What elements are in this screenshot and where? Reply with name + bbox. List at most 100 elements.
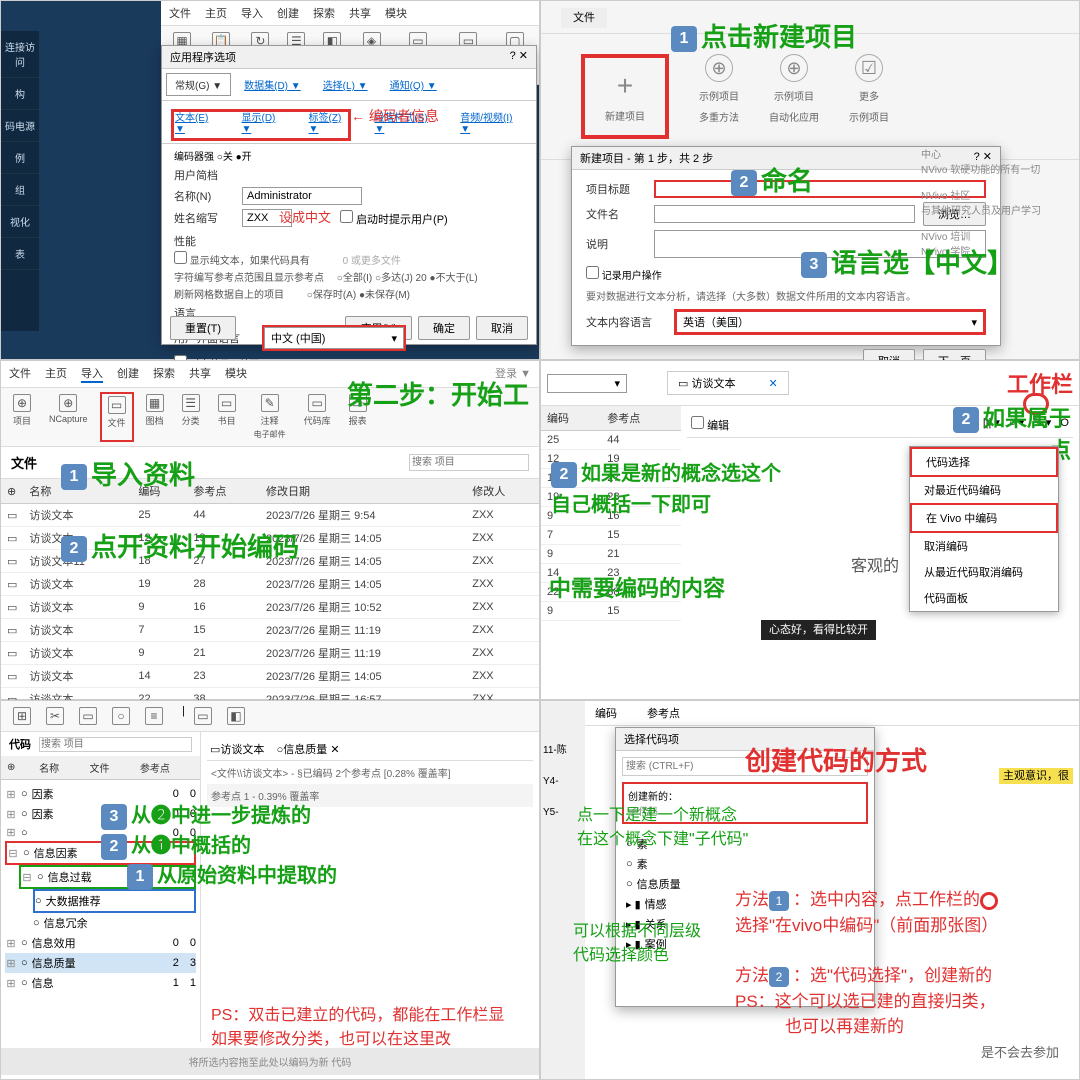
sidebar-item[interactable]: 视化 [1, 206, 39, 238]
toolbar: ⊞ ✂ ▭ ○ ≡ | ▭ ◧ [1, 701, 539, 732]
ann-lang: 设成中文 [279, 207, 331, 226]
tool-files[interactable]: ▭文件 [100, 392, 134, 442]
chevron-down-icon: ▾ [971, 316, 977, 329]
menubar: 文件 主页 导入 创建 探索 共享 模块 [161, 1, 539, 26]
sidebar-item[interactable]: 组 [1, 174, 39, 206]
sample-card-1[interactable]: ⊕示例项目多重方法 [699, 54, 739, 139]
table-row[interactable]: ▭访谈文本14232023/7/26 星期三 14:05ZXX [1, 665, 539, 688]
close-icon: ✕ [769, 378, 778, 390]
menu-share[interactable]: 共享 [349, 5, 371, 21]
tool-project[interactable]: ⊕项目 [7, 392, 37, 442]
table-row[interactable]: 921 [541, 545, 681, 564]
sample-card-2[interactable]: ⊕示例项目自动化应用 [769, 54, 819, 139]
ctx-uncode[interactable]: 取消编码 [910, 533, 1058, 559]
tab-general[interactable]: 常规(G) ▼ [166, 73, 231, 96]
table-row[interactable]: ▭访谈文本9162023/7/26 星期三 10:52ZXX [1, 596, 539, 619]
ann-step2: 第二步：开始工 [347, 375, 529, 412]
panel-title: 文件 [11, 453, 37, 472]
sidebar-list: 11-陈 Y4- Y5- [541, 701, 585, 1079]
dialog-title: 应用程序选项 [170, 49, 236, 65]
tab-select[interactable]: 选择(L) ▼ [314, 73, 377, 96]
table-row[interactable]: ▭访谈文本19282023/7/26 星期三 14:05ZXX [1, 573, 539, 596]
table-row[interactable]: 715 [541, 526, 681, 545]
menu-home[interactable]: 主页 [205, 5, 227, 21]
cancel-btn[interactable]: 取消 [476, 316, 528, 340]
ctx-panel[interactable]: 代码面板 [910, 585, 1058, 611]
tool-codebook[interactable]: ▭代码库 [298, 392, 337, 442]
highlight: 心态好，看得比较开 [761, 621, 876, 637]
tool-ncapture[interactable]: ⊕NCapture [43, 392, 94, 442]
sidebar-item[interactable]: 表 [1, 238, 39, 270]
chevron-down-icon: ▾ [391, 332, 397, 345]
ann-title: 创建代码的方式 [745, 741, 927, 778]
drop-hint: 将所选内容拖至此处以编码为新 代码 [1, 1048, 539, 1075]
tool-biblio[interactable]: ▭书目 [212, 392, 242, 442]
sidebar-item[interactable]: 连接访问 [1, 31, 39, 78]
log-ops-cb[interactable] [586, 266, 599, 279]
ann-coder: ← 编码者信息 [351, 106, 439, 126]
tab-notify[interactable]: 通知(Q) ▼ [381, 73, 446, 96]
options-dialog: 应用程序选项 ? ✕ 常规(G) ▼ 数据集(D) ▼ 选择(L) ▼ 通知(Q)… [161, 45, 537, 345]
lang-dropdown[interactable]: 中文 (中国)▾ [264, 327, 404, 349]
panel-2: 文件 +新建项目 ⊕示例项目多重方法 ⊕示例项目自动化应用 ☑更多示例项目 ☐ … [540, 0, 1080, 360]
tree-item-redundant[interactable]: ○信息冗余 [33, 913, 196, 933]
ann-objective: 客观的 [851, 552, 899, 576]
options-tabs: 常规(G) ▼ 数据集(D) ▼ 选择(L) ▼ 通知(Q) ▼ [162, 69, 536, 101]
new-project-card[interactable]: +新建项目 [605, 70, 645, 123]
table-row[interactable]: ▭访谈文本9212023/7/26 星期三 11:19ZXX [1, 642, 539, 665]
name-input[interactable] [242, 187, 362, 205]
files-table: ⊕ 名称 编码 参考点 修改日期 修改人 ▭访谈文本25442023/7/26 … [1, 479, 539, 734]
close-icon[interactable]: ? ✕ [510, 49, 528, 65]
panel-6: 11-陈 Y4- Y5- 编码参考点 选择代码项 创建新的： 子代码 ○ 素 ○… [540, 700, 1080, 1080]
tree-item-quality[interactable]: ⊞○信息质量2 3 [5, 953, 196, 973]
filename-input[interactable] [654, 205, 915, 223]
ctx-uncode-recent[interactable]: 从最近代码取消编码 [910, 559, 1058, 585]
menu-create[interactable]: 创建 [277, 5, 299, 21]
auto-prompt-cb[interactable] [340, 210, 353, 223]
panel-3: 文件 主页 导入 创建 探索 共享 模块 登录 ▼ ⊕项目 ⊕NCapture … [0, 360, 540, 700]
ann-method1: 方法1：选中内容，点工作栏的 选择"在vivo中编码"（前面那张图） [735, 885, 998, 936]
tree-item[interactable]: ⊞○信息1 1 [5, 973, 196, 993]
section-user: 用户简档 [174, 167, 524, 183]
learn-list: 中心NVivo 软硬功能的所有一切 NVivo 社区与其他研究人员及用户学习 N… [921, 146, 1071, 258]
tab-av[interactable]: 音频/视频(I) ▼ [451, 105, 532, 139]
plus-icon: ⊕ [705, 54, 733, 82]
sidebar-item[interactable]: 码电源 [1, 110, 39, 142]
ok-btn[interactable]: 确定 [418, 316, 470, 340]
menu-file[interactable]: 文件 [169, 5, 191, 21]
tree-item[interactable]: ⊞○信息效用0 0 [5, 933, 196, 953]
menu-file[interactable]: 文件 [561, 8, 607, 28]
ann-method2: 方法2：选"代码选择"，创建新的 PS：这个可以选已建的直接归类， 也可以再建新… [735, 961, 996, 1037]
table-row[interactable]: 2544 [541, 431, 681, 450]
menu-explore[interactable]: 探索 [313, 5, 335, 21]
reset-btn[interactable]: 重置(T) [170, 316, 236, 340]
more-card[interactable]: ☑更多示例项目 [849, 54, 889, 139]
sidebar-item[interactable]: 例 [1, 142, 39, 174]
menu-module[interactable]: 模块 [385, 5, 407, 21]
edit-cb[interactable] [691, 416, 704, 429]
search-input[interactable] [39, 737, 192, 752]
ctx-recent[interactable]: 对最近代码编码 [910, 477, 1058, 503]
table-row[interactable]: ▭访谈文本7152023/7/26 星期三 11:19ZXX [1, 619, 539, 642]
panel-1: 连接访问 构 码电源 例 组 视化 表 文件 主页 导入 创建 探索 共享 模块… [0, 0, 540, 360]
panel-4: ▾ ▭ 访谈文本 ✕ 工作栏 编码参考点 2544121918271928916… [540, 360, 1080, 700]
table-row[interactable]: ▭访谈文本25442023/7/26 星期三 9:54ZXX [1, 504, 539, 527]
plus-icon: ⊕ [780, 54, 808, 82]
combo[interactable]: ▾ [547, 374, 627, 393]
more-icon: ☑ [855, 54, 883, 82]
table-row[interactable]: 915 [541, 602, 681, 621]
tree-item-bigdata[interactable]: ○大数据推荐 [33, 889, 196, 913]
sidebar-dark: 连接访问 构 码电源 例 组 视化 表 [1, 31, 39, 331]
tool-classify[interactable]: ☰分类 [176, 392, 206, 442]
search-input[interactable] [409, 454, 529, 471]
tool-images[interactable]: ▦图档 [140, 392, 170, 442]
ctx-code-select[interactable]: 代码选择 [910, 447, 1058, 477]
sidebar-item[interactable]: 构 [1, 78, 39, 110]
content-lang-dropdown[interactable]: 英语（美国）▾ [674, 309, 986, 335]
ctx-vivo[interactable]: 在 Vivo 中编码 [910, 503, 1058, 533]
menu-import[interactable]: 导入 [241, 5, 263, 21]
tab-dataset[interactable]: 数据集(D) ▼ [235, 73, 310, 96]
ann-ps: PS：双击已建立的代码，都能在工作栏显如果要修改分类，也可以在这里改 [211, 1001, 504, 1049]
doc-tab[interactable]: ▭ 访谈文本 ✕ [667, 371, 789, 395]
tool-notes[interactable]: ✎注释电子邮件 [248, 392, 292, 442]
